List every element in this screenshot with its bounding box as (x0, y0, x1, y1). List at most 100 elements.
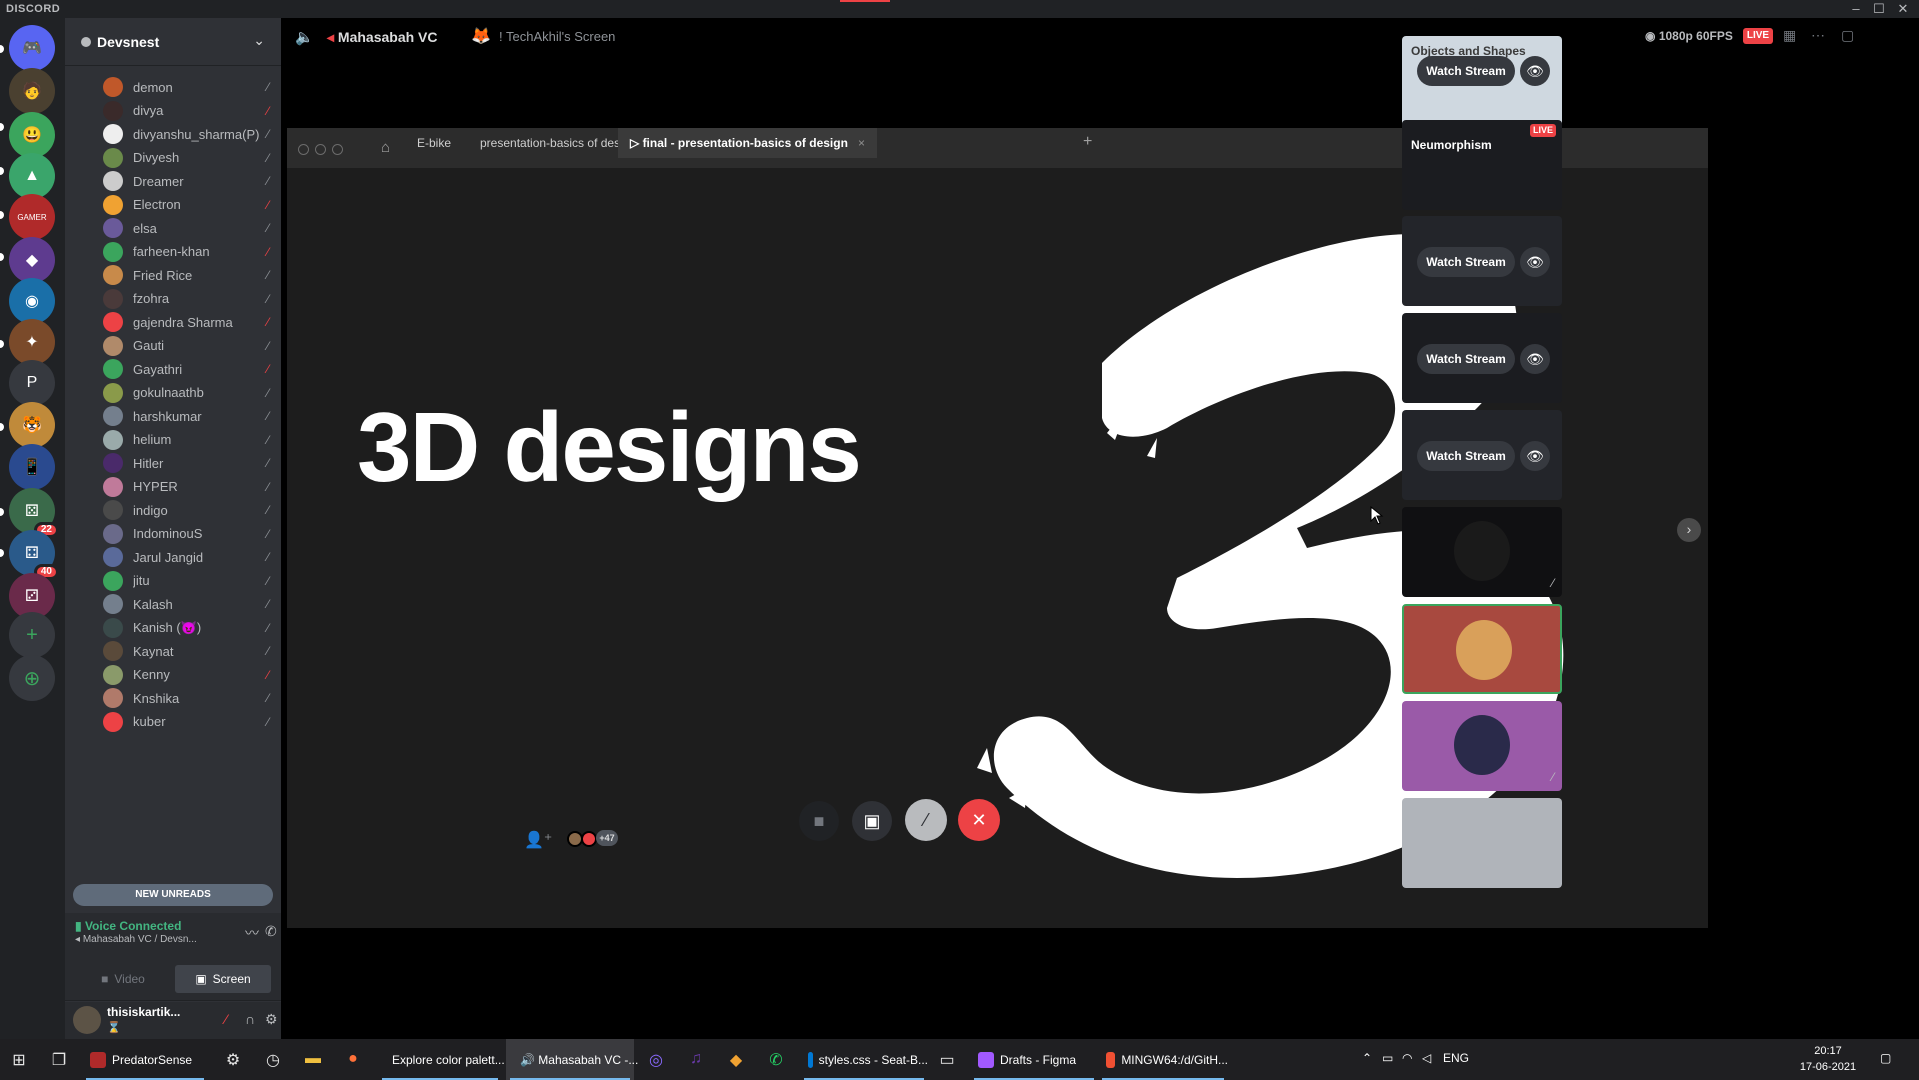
more-options-icon[interactable]: ⋯ (1811, 27, 1825, 44)
folder-icon[interactable]: ▬ (302, 1050, 324, 1068)
server-icon-server-2[interactable]: 😃 (9, 112, 55, 158)
add-person-icon[interactable]: 👤⁺ (524, 830, 552, 850)
participant-tile[interactable] (1402, 604, 1562, 694)
voice-status[interactable]: ▮ Voice Connected (75, 919, 181, 933)
voice-member[interactable]: Gauti ⁄ (103, 333, 275, 359)
taskbar-app[interactable]: Explore color palett... (378, 1039, 505, 1080)
server-icon-server-3[interactable]: ▲ (9, 153, 55, 199)
screen-share-icon[interactable]: ▣ (852, 801, 892, 841)
language-indicator[interactable]: ENG (1443, 1051, 1469, 1065)
chevron-down-icon[interactable]: ⌄ (253, 32, 265, 49)
leave-call-icon[interactable]: ✕ (958, 799, 1000, 841)
guild-header[interactable]: Devsnest ⌄ (65, 18, 281, 66)
maximize-button[interactable]: ☐ (1866, 1, 1892, 17)
eye-icon[interactable]: 👁 (1520, 247, 1550, 277)
taskbar-app[interactable]: PredatorSense (82, 1039, 208, 1080)
camera-toggle-icon[interactable]: ■ (799, 801, 839, 841)
voice-member[interactable]: Hitler ⁄ (103, 450, 275, 476)
server-icon-server-7[interactable]: ✦ (9, 319, 55, 365)
voice-member[interactable]: Kanish (😈) ⁄ (103, 615, 275, 641)
voice-member[interactable]: demon ⁄ (103, 74, 275, 100)
disconnect-icon[interactable]: ✆ (265, 923, 277, 940)
voice-member[interactable]: Knshika ⁄ (103, 685, 275, 711)
close-button[interactable]: ✕ (1890, 1, 1916, 17)
participant-tile[interactable]: ⁄ (1402, 507, 1562, 597)
noise-suppression-icon[interactable]: 〰 (245, 923, 259, 943)
task-view-icon[interactable]: ❐ (48, 1050, 70, 1070)
new-unreads-button[interactable]: NEW UNREADS (73, 884, 273, 906)
participant-tile[interactable]: Watch Stream 👁 (1402, 410, 1562, 500)
server-icon-server-10[interactable]: 📱 (9, 444, 55, 490)
participant-tile[interactable]: Watch Stream 👁 (1402, 216, 1562, 306)
mic-muted-icon[interactable]: ⁄ (905, 799, 947, 841)
server-icon-server-5[interactable]: ◆ (9, 237, 55, 283)
tray-expand-icon[interactable]: ⌃ (1362, 1051, 1372, 1065)
server-icon-server-8[interactable]: P (9, 360, 55, 406)
server-icon-server-9[interactable]: 🐯 (9, 402, 55, 448)
taskbar-app[interactable]: styles.css - Seat-B... (800, 1039, 928, 1080)
voice-member[interactable]: jitu ⁄ (103, 568, 275, 594)
settings-icon[interactable]: ⚙ (222, 1050, 244, 1070)
popout-icon[interactable]: ▢ (1841, 27, 1854, 44)
server-icon-server-folder-1[interactable]: ⚄ 22 (9, 488, 59, 538)
mic-muted-icon[interactable]: ⁄ (225, 1011, 227, 1027)
voice-member[interactable]: divyanshu_sharma(P) ⁄ (103, 121, 275, 147)
server-icon-server-folder-2[interactable]: ⚃ 40 (9, 530, 59, 580)
taskbar-app[interactable]: Drafts - Figma (970, 1039, 1098, 1080)
video-button[interactable]: ■ Video (75, 965, 171, 993)
voice-member[interactable]: harshkumar ⁄ (103, 403, 275, 429)
voice-member[interactable]: kuber ⁄ (103, 709, 275, 735)
watch-stream-button[interactable]: Watch Stream (1417, 344, 1515, 374)
eye-icon[interactable]: 👁 (1520, 56, 1550, 86)
voice-member[interactable]: Dreamer ⁄ (103, 168, 275, 194)
eye-icon[interactable]: 👁 (1520, 344, 1550, 374)
taskbar-app[interactable]: MINGW64:/d/GitH... (1098, 1039, 1228, 1080)
voice-member[interactable]: divya ⁄ (103, 98, 275, 124)
voice-channel-label[interactable]: ◂ Mahasabah VC / Devsn... (75, 934, 197, 945)
voice-member[interactable]: Kenny ⁄ (103, 662, 275, 688)
voice-member[interactable]: HYPER ⁄ (103, 474, 275, 500)
clock-app-icon[interactable]: ◷ (262, 1050, 284, 1070)
taskbar-app[interactable]: 🔊 Mahasabah VC -... (506, 1039, 638, 1080)
voice-member[interactable]: Divyesh ⁄ (103, 145, 275, 171)
avatar[interactable] (73, 1006, 101, 1034)
voice-member[interactable]: IndominouS ⁄ (103, 521, 275, 547)
server-icon-home[interactable]: 🎮 (9, 25, 55, 71)
git-icon[interactable]: ◆ (725, 1050, 747, 1070)
server-icon-server-1[interactable]: 🧑 (9, 68, 55, 114)
clock[interactable]: 20:17 17-06-2021 (1792, 1043, 1864, 1075)
watch-stream-button[interactable]: Watch Stream (1417, 441, 1515, 471)
wifi-icon[interactable]: ◠ (1402, 1051, 1412, 1065)
voice-member[interactable]: Gayathri ⁄ (103, 356, 275, 382)
voice-member[interactable]: indigo ⁄ (103, 497, 275, 523)
voice-member[interactable]: gajendra Sharma ⁄ (103, 309, 275, 335)
github-desktop-icon[interactable]: ◎ (645, 1050, 667, 1070)
watch-stream-button[interactable]: Watch Stream (1417, 56, 1515, 86)
screen-share-button[interactable]: ▣ Screen (175, 965, 271, 993)
server-icon-server-4[interactable]: GAMER (9, 194, 55, 240)
server-icon-server-6[interactable]: ◉ (9, 278, 55, 324)
participant-tile[interactable]: ⁄ (1402, 701, 1562, 791)
grid-layout-icon[interactable]: ▦ (1783, 27, 1796, 44)
voice-member[interactable]: fzohra ⁄ (103, 286, 275, 312)
voice-member[interactable]: Kaynat ⁄ (103, 638, 275, 664)
voice-member[interactable]: gokulnaathb ⁄ (103, 380, 275, 406)
amazon-music-icon[interactable]: ♫ (685, 1050, 707, 1068)
volume-icon[interactable]: ◁ (1422, 1051, 1431, 1065)
watch-stream-button[interactable]: Watch Stream (1417, 247, 1515, 277)
voice-member[interactable]: helium ⁄ (103, 427, 275, 453)
battery-icon[interactable]: ▭ (1382, 1051, 1393, 1065)
voice-member[interactable]: Jarul Jangid ⁄ (103, 544, 275, 570)
participant-tile[interactable]: Watch Stream 👁 (1402, 313, 1562, 403)
firefox-icon[interactable]: ● (342, 1050, 364, 1068)
notifications-icon[interactable]: ▢ (1880, 1051, 1891, 1065)
explore-button[interactable]: ⊕ (9, 655, 55, 701)
participant-tile[interactable]: Neumorphism LIVE (1402, 120, 1562, 210)
participant-tile[interactable]: Objects and Shapes Watch Stream 👁 (1402, 36, 1562, 126)
eye-icon[interactable]: 👁 (1520, 441, 1550, 471)
terminal-icon[interactable]: ▭ (936, 1050, 958, 1070)
voice-member[interactable]: Fried Rice ⁄ (103, 262, 275, 288)
volume-icon[interactable]: 🔈 (295, 28, 314, 46)
voice-member[interactable]: farheen-khan ⁄ (103, 239, 275, 265)
whatsapp-icon[interactable]: ✆ (765, 1050, 787, 1070)
